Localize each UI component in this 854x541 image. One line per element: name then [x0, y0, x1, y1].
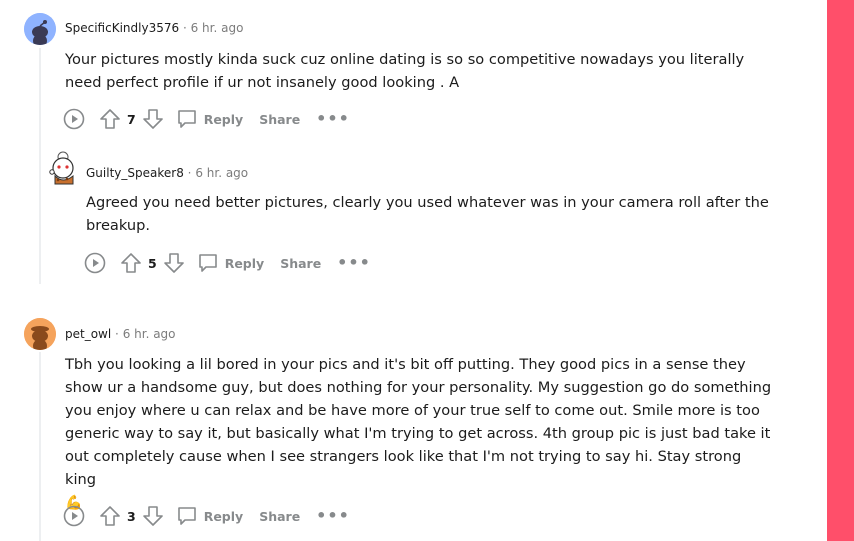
reply-button[interactable]: Reply	[176, 505, 243, 527]
reply-label: Reply	[203, 508, 244, 524]
thread-line[interactable]	[39, 352, 41, 541]
reply-button[interactable]: Reply	[197, 252, 264, 274]
share-label: Share	[259, 508, 301, 524]
share-label: Share	[280, 255, 322, 271]
upvote-icon[interactable]	[120, 252, 142, 274]
share-button[interactable]: Share	[280, 256, 321, 271]
play-audio-icon[interactable]	[63, 108, 85, 130]
comment-actions: 7 Reply Share •••	[63, 106, 350, 132]
meta-separator: ·	[187, 166, 192, 180]
comment-thread-panel: SpecificKindly3576 · 6 hr. ago Your pict…	[0, 0, 827, 541]
downvote-icon[interactable]	[142, 108, 164, 130]
share-button[interactable]: Share	[259, 112, 300, 127]
meta-separator: ·	[182, 21, 187, 35]
meta-separator: ·	[115, 327, 119, 341]
comment-meta: SpecificKindly3576 · 6 hr. ago	[65, 21, 243, 35]
snoo-avatar-icon	[49, 151, 74, 185]
timestamp[interactable]: 6 hr. ago	[195, 166, 248, 180]
thread-line[interactable]	[39, 48, 41, 284]
avatar[interactable]	[24, 13, 56, 45]
more-options-icon[interactable]: •••	[316, 508, 350, 524]
comment-bubble-icon	[198, 254, 217, 272]
username[interactable]: SpecificKindly3576	[65, 21, 179, 35]
snoo-avatar-icon	[24, 13, 56, 45]
play-audio-icon[interactable]	[84, 252, 106, 274]
comment-meta: pet_owl · 6 hr. ago	[65, 327, 176, 341]
comment-bubble-icon	[177, 507, 196, 525]
timestamp[interactable]: 6 hr. ago	[191, 21, 244, 35]
username[interactable]: pet_owl	[65, 327, 111, 341]
timestamp[interactable]: 6 hr. ago	[123, 327, 176, 341]
comment-body: Tbh you looking a lil bored in your pics…	[65, 353, 775, 515]
vote-count: 3	[127, 508, 136, 524]
comment-body-text: Tbh you looking a lil bored in your pics…	[65, 356, 772, 488]
downvote-icon[interactable]	[142, 505, 164, 527]
share-label: Share	[259, 111, 301, 127]
share-button[interactable]: Share	[259, 509, 300, 524]
username[interactable]: Guilty_Speaker8	[86, 166, 184, 180]
more-options-icon[interactable]: •••	[337, 255, 371, 271]
snoo-avatar-icon	[24, 318, 56, 350]
vote-count: 5	[148, 255, 157, 271]
vote-count: 7	[127, 111, 136, 127]
play-audio-icon[interactable]	[63, 505, 85, 527]
upvote-icon[interactable]	[99, 108, 121, 130]
downvote-icon[interactable]	[163, 252, 185, 274]
reply-label: Reply	[203, 111, 244, 127]
comment-body: Your pictures mostly kinda suck cuz onli…	[65, 51, 745, 91]
avatar[interactable]	[47, 150, 81, 188]
avatar[interactable]	[24, 318, 56, 350]
upvote-icon[interactable]	[99, 505, 121, 527]
comment-meta: Guilty_Speaker8 · 6 hr. ago	[86, 166, 248, 180]
reply-button[interactable]: Reply	[176, 108, 243, 130]
comment-actions: 3 Reply Share •••	[63, 503, 350, 529]
comment-body: Agreed you need better pictures, clearly…	[86, 194, 769, 234]
comment-actions: 5 Reply Share •••	[84, 250, 371, 276]
reply-label: Reply	[224, 255, 265, 271]
comment-bubble-icon	[177, 110, 196, 128]
more-options-icon[interactable]: •••	[316, 111, 350, 127]
